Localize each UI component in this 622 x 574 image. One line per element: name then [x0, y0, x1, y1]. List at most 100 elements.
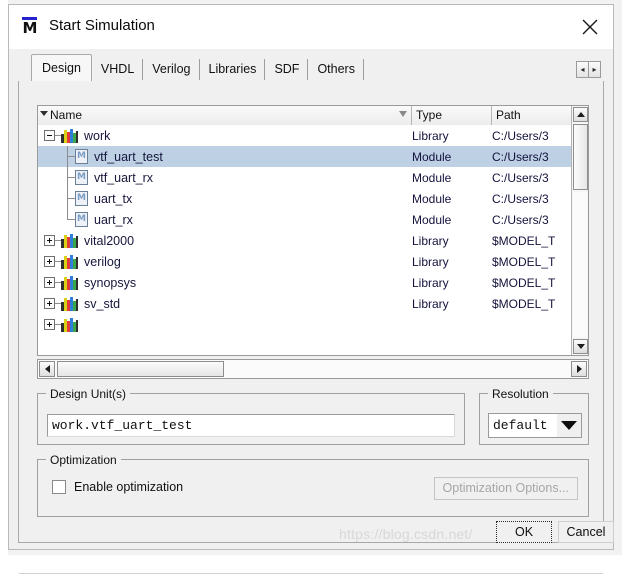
table-row[interactable]: [38, 314, 572, 335]
library-icon: [61, 233, 78, 248]
scroll-left-icon[interactable]: [39, 361, 55, 377]
resolution-group: Resolution default: [479, 387, 589, 445]
module-icon: M: [75, 212, 88, 227]
tree-cell-type: Library: [412, 296, 449, 311]
tree-node-label: uart_rx: [94, 212, 133, 227]
tree-cell-path: $MODEL_T: [492, 296, 556, 311]
tree-cell-name: M vtf_uart_test: [38, 146, 412, 167]
library-icon: [61, 254, 78, 269]
table-row[interactable]: verilog Library $MODEL_T: [38, 251, 572, 272]
tab-scroll-buttons: ◂ ▸: [576, 61, 601, 78]
tree-cell-name: verilog: [38, 251, 412, 272]
scroll-right-icon[interactable]: [571, 361, 587, 377]
tree-cell-path: C:/Users/3: [492, 191, 549, 206]
tree-cell-name: vital2000: [38, 230, 412, 251]
tree-cell-path: C:/Users/3: [492, 128, 549, 143]
tree-horizontal-scrollbar[interactable]: [37, 359, 589, 379]
tab-others[interactable]: Others: [308, 57, 364, 81]
tab-vhdl[interactable]: VHDL: [91, 57, 144, 81]
scroll-down-icon[interactable]: [573, 339, 588, 354]
optimization-group-title: Optimization: [46, 453, 121, 467]
column-header-type[interactable]: Type: [412, 106, 492, 125]
column-header-path[interactable]: Path: [492, 106, 572, 125]
tree-cell-type: Module: [412, 212, 452, 227]
tab-scroll-right-icon[interactable]: ▸: [588, 62, 600, 77]
ok-button[interactable]: OK: [496, 521, 552, 543]
cancel-button[interactable]: Cancel: [558, 521, 614, 543]
filter-triangle-icon[interactable]: [40, 111, 48, 116]
tree-cell-type: Library: [412, 254, 449, 269]
table-row[interactable]: work Library C:/Users/3: [38, 125, 572, 146]
design-tree: Name Type Path work Library C:/Users/3 M…: [37, 105, 589, 356]
expand-expander-icon[interactable]: [44, 277, 55, 288]
collapse-expander-icon[interactable]: [44, 130, 55, 141]
table-row[interactable]: M uart_tx Module C:/Users/3: [38, 188, 572, 209]
design-units-group: Design Unit(s) work.vtf_uart_test: [37, 387, 465, 445]
tab-sdf[interactable]: SDF: [265, 57, 309, 81]
tree-cell-type: Library: [412, 233, 449, 248]
tab-verilog[interactable]: Verilog: [143, 57, 200, 81]
tree-node-label: uart_tx: [94, 191, 133, 206]
tree-node-label: vtf_uart_test: [94, 149, 163, 164]
tree-node-label: synopsys: [84, 275, 137, 290]
table-row[interactable]: M vtf_uart_test Module C:/Users/3: [38, 146, 572, 167]
sort-descending-icon[interactable]: [399, 111, 407, 117]
tree-cell-type: Library: [412, 275, 449, 290]
design-tab-panel: Name Type Path work Library C:/Users/3 M…: [18, 81, 604, 574]
chevron-down-icon[interactable]: [557, 414, 581, 437]
library-icon: [61, 128, 78, 143]
tab-libraries[interactable]: Libraries: [199, 57, 266, 81]
expand-expander-icon[interactable]: [44, 298, 55, 309]
library-icon: [61, 275, 78, 290]
enable-optimization-checkbox-row[interactable]: Enable optimization: [52, 480, 183, 494]
tree-cell-name: [38, 314, 412, 335]
expand-expander-icon[interactable]: [44, 235, 55, 246]
modelsim-m-icon: M: [19, 16, 41, 38]
column-header-name[interactable]: Name: [38, 106, 412, 125]
design-unit-input[interactable]: work.vtf_uart_test: [47, 414, 455, 437]
tree-column-headers: Name Type Path: [38, 106, 572, 125]
horizontal-scroll-thumb[interactable]: [57, 361, 224, 377]
module-icon: M: [75, 191, 88, 206]
tree-cell-name: sv_std: [38, 293, 412, 314]
tab-strip: Design VHDL Verilog Libraries SDF Others…: [9, 49, 613, 81]
optimization-group: Optimization Enable optimization Optimiz…: [37, 453, 589, 517]
table-row[interactable]: vital2000 Library $MODEL_T: [38, 230, 572, 251]
expand-expander-icon[interactable]: [44, 319, 55, 330]
tab-scroll-left-icon[interactable]: ◂: [577, 62, 588, 77]
library-icon: [61, 296, 78, 311]
table-row[interactable]: M vtf_uart_rx Module C:/Users/3: [38, 167, 572, 188]
desktop-left-edge: [0, 0, 8, 555]
tree-cell-path: C:/Users/3: [492, 170, 549, 185]
design-units-group-title: Design Unit(s): [46, 387, 131, 401]
tree-cell-path: $MODEL_T: [492, 275, 556, 290]
table-row[interactable]: sv_std Library $MODEL_T: [38, 293, 572, 314]
tree-cell-type: Library: [412, 128, 449, 143]
tree-vertical-scrollbar[interactable]: [571, 106, 588, 355]
module-icon: M: [75, 149, 88, 164]
close-icon[interactable]: [567, 5, 613, 48]
resolution-selected-value: default: [493, 418, 548, 433]
tree-node-label: vital2000: [84, 233, 135, 248]
column-header-name-label: Name: [50, 108, 83, 122]
module-icon: M: [75, 170, 88, 185]
expand-expander-icon[interactable]: [44, 256, 55, 267]
tree-cell-path: C:/Users/3: [492, 212, 549, 227]
vertical-scroll-thumb[interactable]: [573, 124, 588, 190]
tree-node-label: verilog: [84, 254, 121, 269]
page-title: Start Simulation: [49, 17, 155, 34]
vertical-scroll-track[interactable]: [573, 192, 587, 337]
column-header-path-label: Path: [496, 108, 521, 122]
scroll-up-icon[interactable]: [573, 107, 588, 122]
tree-cell-type: Module: [412, 149, 452, 164]
tab-scroll-left-glyph: ◂: [580, 64, 585, 74]
enable-optimization-checkbox[interactable]: [52, 480, 66, 494]
resolution-select[interactable]: default: [488, 413, 582, 438]
column-header-type-label: Type: [416, 108, 443, 122]
tab-design[interactable]: Design: [31, 54, 92, 81]
tree-node-label: work: [84, 128, 111, 143]
table-row[interactable]: synopsys Library $MODEL_T: [38, 272, 572, 293]
table-row[interactable]: M uart_rx Module C:/Users/3: [38, 209, 572, 230]
tree-node-label: vtf_uart_rx: [94, 170, 154, 185]
tree-cell-path: $MODEL_T: [492, 233, 556, 248]
